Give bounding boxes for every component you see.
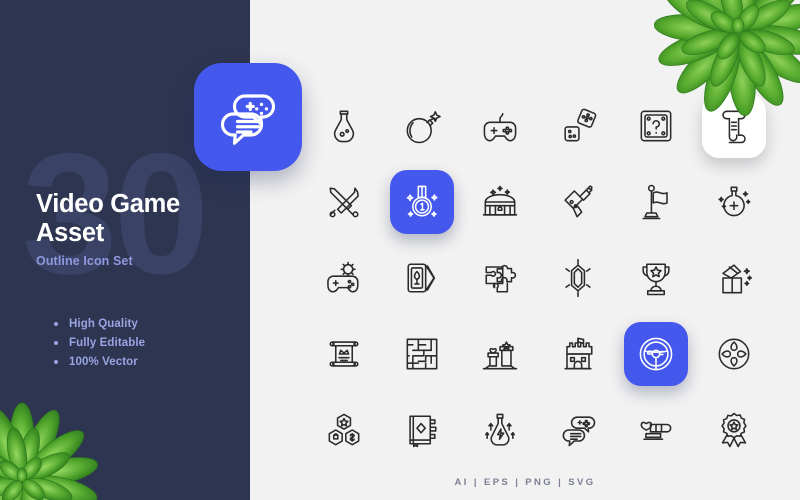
grid-cell-bomb[interactable] (383, 88, 461, 164)
grid-cell-game-settings[interactable] (305, 240, 383, 316)
grid-cell-gem-crystal[interactable] (539, 240, 617, 316)
puzzle-pieces-icon (485, 264, 517, 293)
flag-icon (642, 184, 668, 220)
game-chat-icon (562, 416, 596, 447)
grid-cell-winners-podium[interactable] (461, 316, 539, 392)
feature-label: High Quality (69, 318, 138, 330)
grid-cell-scroll[interactable] (695, 88, 773, 164)
grid-cell-game-chat[interactable] (539, 392, 617, 468)
title-line-2: Asset (36, 218, 104, 247)
grid-cell-ray-gun[interactable] (539, 164, 617, 240)
grid-cell-royal-scroll[interactable] (305, 316, 383, 392)
game-card-deck-icon (407, 263, 436, 293)
crossed-swords-icon (329, 187, 359, 218)
grid-cell-castle[interactable] (539, 316, 617, 392)
grid-cell-steering-wheel[interactable] (617, 316, 695, 392)
poster-canvas: 30 Video Game Asset Outline Icon Set Hig… (0, 0, 800, 500)
grid-cell-question-block[interactable] (617, 88, 695, 164)
feature-label: 100% Vector (69, 356, 138, 368)
health-potion-icon (718, 186, 751, 217)
castle-icon (564, 337, 593, 370)
grid-cell-flag[interactable] (617, 164, 695, 240)
award-ribbon-icon (721, 412, 747, 448)
grid-cell-hex-coins[interactable] (305, 392, 383, 468)
grid-cell-puzzle-pieces[interactable] (461, 240, 539, 316)
grid-cell-medal-first-place[interactable] (383, 164, 461, 240)
scroll-icon (722, 110, 746, 144)
title-block: Video Game Asset Outline Icon Set (36, 190, 246, 268)
title-line-1: Video Game (36, 190, 180, 218)
page-title: Video Game Asset (36, 190, 246, 248)
grid-cell-health-bar[interactable] (617, 392, 695, 468)
grid-cell-award-ribbon[interactable] (695, 392, 773, 468)
feature-label: Fully Editable (69, 337, 146, 349)
ray-gun-icon (564, 185, 593, 218)
gem-crystal-icon (565, 258, 591, 298)
bullet-dot-icon (54, 341, 58, 345)
grid-cell-dice[interactable] (539, 88, 617, 164)
file-formats-label: AI | EPS | PNG | SVG (454, 477, 596, 488)
grid-cell-maze[interactable] (383, 316, 461, 392)
grid-cell-trophy[interactable] (617, 240, 695, 316)
grid-cell-game-card-deck[interactable] (383, 240, 461, 316)
list-item: High Quality (54, 318, 145, 330)
bullet-dot-icon (54, 322, 58, 326)
bomb-icon (406, 111, 441, 144)
winners-podium-icon (482, 341, 518, 370)
logo-card (194, 63, 302, 171)
grid-cell-potion-flask[interactable] (305, 88, 383, 164)
question-block-icon (640, 110, 672, 142)
medal-first-place-icon (406, 185, 438, 217)
steering-wheel-icon (639, 337, 673, 371)
grid-cell-dpad-circle[interactable] (695, 316, 773, 392)
energy-potion-icon (485, 413, 515, 446)
feature-list: High Quality Fully Editable 100% Vector (54, 318, 145, 375)
dice-icon (564, 108, 597, 142)
dpad-circle-icon (718, 338, 750, 370)
spell-book-icon (409, 415, 437, 448)
list-item: Fully Editable (54, 337, 145, 349)
grid-cell-treasure-chest[interactable] (461, 164, 539, 240)
royal-scroll-icon (329, 341, 359, 367)
grid-cell-gift-box[interactable] (695, 240, 773, 316)
bullet-dot-icon (54, 360, 58, 364)
potion-flask-icon (333, 110, 355, 143)
game-settings-icon (327, 261, 359, 293)
maze-icon (406, 338, 438, 370)
grid-cell-spell-book[interactable] (383, 392, 461, 468)
grid-cell-crossed-swords[interactable] (305, 164, 383, 240)
gamepad-icon (483, 112, 517, 142)
grid-cell-energy-potion[interactable] (461, 392, 539, 468)
gift-box-icon (722, 264, 753, 294)
page-subtitle: Outline Icon Set (36, 253, 133, 268)
trophy-icon (642, 263, 670, 296)
grid-cell-health-potion[interactable] (695, 164, 773, 240)
list-item: 100% Vector (54, 356, 145, 368)
icon-grid (305, 88, 773, 468)
health-bar-icon (640, 421, 672, 440)
hex-coins-icon (328, 413, 360, 446)
treasure-chest-icon (482, 185, 518, 216)
chat-gamepad-icon (221, 94, 275, 145)
grid-cell-gamepad[interactable] (461, 88, 539, 164)
